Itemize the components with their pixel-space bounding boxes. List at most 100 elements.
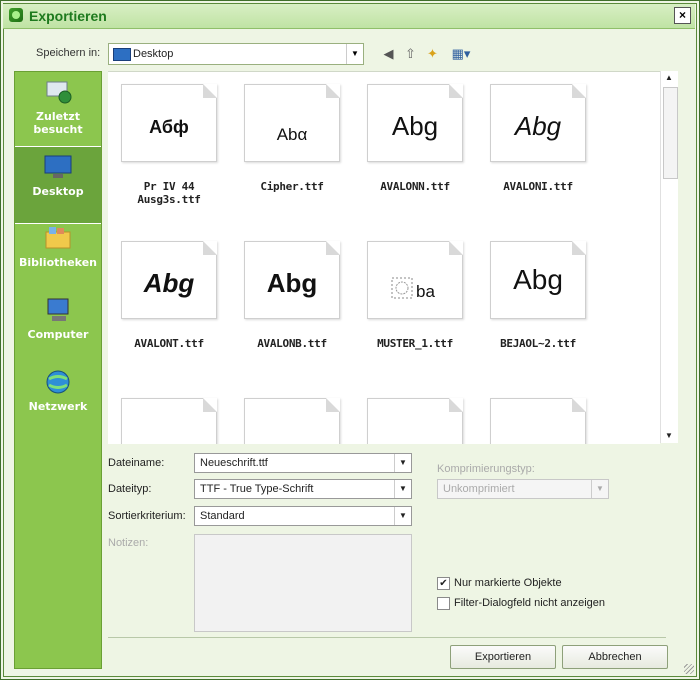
back-icon[interactable]: ◀ (380, 45, 397, 62)
new-folder-icon[interactable]: ✦ (424, 45, 441, 62)
no-filter-dialog-checkbox[interactable] (437, 597, 450, 610)
chevron-down-icon[interactable]: ▼ (394, 454, 411, 472)
place-computer[interactable]: Computer (15, 296, 101, 341)
compression-value: Unkomprimiert (443, 483, 515, 495)
font-file-icon: Abg (490, 84, 586, 162)
file-name: Pr IV 44 Ausg3s.ttf (137, 180, 201, 206)
font-file-icon: Abg (367, 84, 463, 162)
font-sample: Abα (276, 125, 308, 144)
vertical-scrollbar[interactable]: ▲ ▼ (660, 71, 678, 443)
font-file-icon: Abα (244, 84, 340, 162)
font-file-icon (121, 398, 217, 444)
no-filter-dialog-label: Filter-Dialogfeld nicht anzeigen (454, 597, 606, 609)
file-item[interactable]: Abg BEJAOL~2.ttf (483, 241, 593, 350)
filetype-value: TTF - True Type-Schrift (200, 483, 314, 495)
sort-label: Sortierkriterium: (108, 510, 186, 522)
place-label-desktop: Desktop (32, 185, 84, 198)
font-file-icon: Абф (121, 84, 217, 162)
desktop-icon (43, 153, 73, 181)
font-file-icon: Abg (244, 241, 340, 319)
file-list[interactable]: Абф Pr IV 44 Ausg3s.ttf Abα Cipher.ttf A… (108, 71, 660, 444)
location-dropdown[interactable]: Desktop ▼ (108, 43, 364, 65)
place-desktop[interactable]: Desktop (15, 146, 101, 224)
filename-value: Neueschrift.ttf (200, 457, 268, 469)
chevron-down-icon[interactable]: ▼ (394, 480, 411, 498)
close-button[interactable]: × (674, 7, 691, 24)
chevron-down-icon[interactable]: ▼ (394, 507, 411, 525)
location-value: Desktop (133, 48, 174, 60)
recent-places-icon (43, 78, 73, 106)
place-network[interactable]: Netzwerk (15, 368, 101, 413)
font-sample: Abg (143, 268, 195, 298)
filetype-select[interactable]: TTF - True Type-Schrift ▼ (194, 479, 412, 499)
libraries-icon (43, 224, 73, 252)
place-libraries[interactable]: Bibliotheken (15, 224, 101, 269)
app-icon (9, 8, 23, 22)
filename-input[interactable]: Neueschrift.ttf ▼ (194, 453, 412, 473)
font-sample: Abg (266, 268, 318, 298)
compression-select: Unkomprimiert ▼ (437, 479, 609, 499)
file-item[interactable]: ba MUSTER_1.ttf (360, 241, 470, 350)
file-name: AVALONT.ttf (134, 337, 204, 350)
file-item[interactable] (114, 398, 224, 444)
chevron-down-icon: ▼ (591, 480, 608, 498)
compression-label: Komprimierungstyp: (437, 463, 535, 475)
chevron-down-icon[interactable]: ▼ (346, 44, 363, 64)
font-sample: Abg (513, 264, 563, 295)
network-icon (43, 368, 73, 396)
places-bar: Zuletzt besucht Desktop Bibliotheken Com… (14, 71, 102, 669)
file-item[interactable]: Абф Pr IV 44 Ausg3s.ttf (114, 84, 224, 206)
scroll-up-icon[interactable]: ▲ (661, 71, 677, 85)
file-item[interactable] (237, 398, 347, 444)
file-name: Cipher.ttf (260, 180, 324, 193)
font-file-icon: ba (367, 241, 463, 319)
font-file-icon: Abg (490, 241, 586, 319)
font-sample: Abg (514, 111, 562, 141)
pattern-glyph-icon (391, 277, 413, 299)
notes-field (194, 534, 412, 632)
file-item[interactable]: Abα Cipher.ttf (237, 84, 347, 193)
font-sample: Абф (149, 117, 189, 137)
sort-value: Standard (200, 510, 245, 522)
font-file-icon: Abg (121, 241, 217, 319)
font-sample: Abg (391, 111, 439, 141)
cancel-button[interactable]: Abbrechen (562, 645, 668, 669)
only-selected-checkbox[interactable]: ✔ (437, 577, 450, 590)
only-selected-label: Nur markierte Objekte (454, 577, 562, 589)
divider (108, 637, 666, 638)
file-item[interactable]: Abg AVALONN.ttf (360, 84, 470, 193)
view-menu-icon[interactable]: ▦▾ (448, 45, 474, 62)
place-recent[interactable]: Zuletzt besucht (15, 78, 101, 136)
sort-select[interactable]: Standard ▼ (194, 506, 412, 526)
scroll-thumb[interactable] (663, 87, 678, 179)
resize-grip-icon[interactable] (684, 664, 694, 674)
filetype-label: Dateityp: (108, 483, 152, 495)
file-name: AVALONI.ttf (503, 180, 573, 193)
computer-icon (43, 296, 73, 324)
file-name: AVALONN.ttf (380, 180, 450, 193)
place-label-computer: Computer (27, 328, 89, 341)
dialog-title: Exportieren (29, 8, 107, 24)
up-folder-icon[interactable]: ⇧ (402, 45, 419, 62)
font-sample: ba (416, 282, 435, 301)
font-file-icon (490, 398, 586, 444)
save-in-label: Speichern in: (36, 47, 101, 59)
file-name: AVALONB.ttf (257, 337, 327, 350)
font-file-icon (244, 398, 340, 444)
export-button[interactable]: Exportieren (450, 645, 556, 669)
file-item[interactable]: Abg AVALONT.ttf (114, 241, 224, 350)
place-label-recent: Zuletzt besucht (33, 110, 83, 136)
file-name: MUSTER_1.ttf (377, 337, 453, 350)
file-name: BEJAOL~2.ttf (500, 337, 576, 350)
filename-label: Dateiname: (108, 457, 165, 469)
desktop-folder-icon (113, 48, 131, 61)
notes-label: Notizen: (108, 537, 149, 549)
file-item[interactable]: Abg AVALONI.ttf (483, 84, 593, 193)
title-bar[interactable]: Exportieren × (3, 4, 695, 29)
place-label-network: Netzwerk (28, 400, 88, 413)
file-item[interactable] (360, 398, 470, 444)
file-item[interactable]: Abg AVALONB.ttf (237, 241, 347, 350)
file-item[interactable] (483, 398, 593, 444)
font-file-icon (367, 398, 463, 444)
scroll-down-icon[interactable]: ▼ (661, 429, 677, 443)
